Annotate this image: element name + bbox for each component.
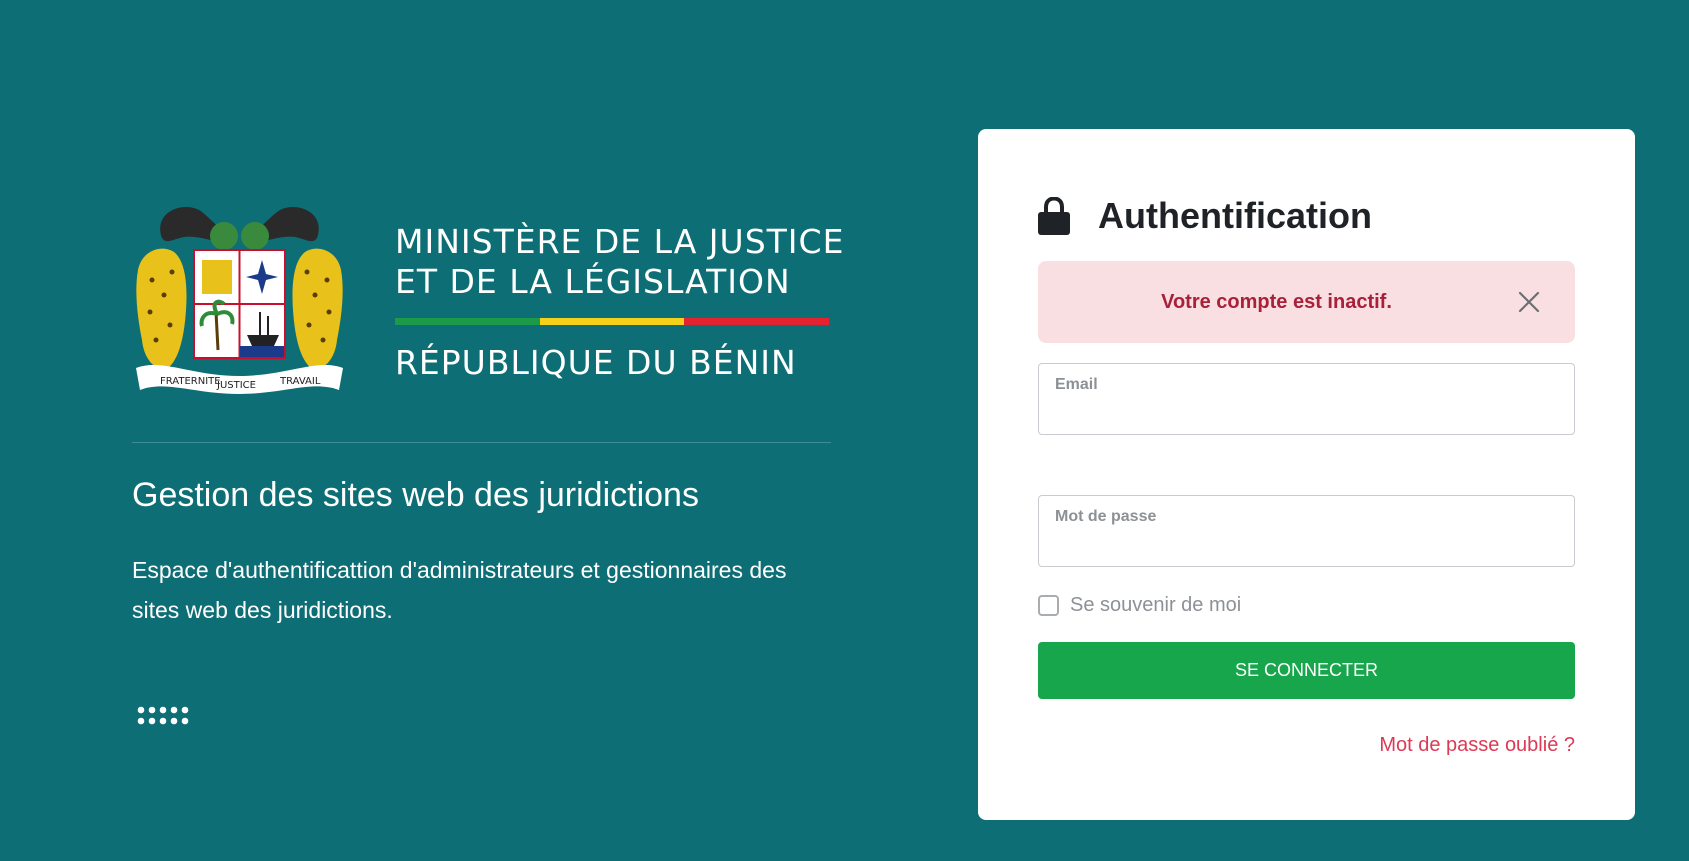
forgot-password-link[interactable]: Mot de passe oublié ? xyxy=(1379,734,1575,757)
motto-fraternite: FRATERNITE xyxy=(160,376,221,387)
remember-label[interactable]: Se souvenir de moi xyxy=(1070,594,1241,617)
error-alert: Votre compte est inactif. xyxy=(1038,261,1575,343)
app-description: Espace d'authentificattion d'administrat… xyxy=(132,557,787,623)
flag-stripe-red xyxy=(684,318,830,325)
ministry-line-1: MINISTÈRE DE LA JUSTICE xyxy=(395,222,845,261)
lock-icon xyxy=(1038,197,1070,235)
divider xyxy=(132,442,831,443)
password-label: Mot de passe xyxy=(1055,508,1157,525)
ministry-logo: FRATERNITE JUSTICE TRAVAIL MINISTÈRE DE … xyxy=(132,200,845,400)
flag-stripe-yellow xyxy=(539,318,685,325)
flag-stripe-green xyxy=(395,318,540,325)
password-input[interactable] xyxy=(1054,532,1559,560)
branding-panel: FRATERNITE JUSTICE TRAVAIL MINISTÈRE DE … xyxy=(132,0,845,861)
login-card: Authentification Votre compte est inacti… xyxy=(978,129,1635,820)
motto-justice: JUSTICE xyxy=(216,380,256,391)
alert-message: Votre compte est inactif. xyxy=(1161,290,1392,313)
email-label: Email xyxy=(1055,376,1098,393)
password-field[interactable]: Mot de passe xyxy=(1038,495,1575,567)
email-field[interactable]: Email xyxy=(1038,363,1575,435)
login-title: Authentification xyxy=(1098,195,1372,236)
close-icon[interactable] xyxy=(1517,290,1541,314)
flag-stripe xyxy=(395,318,830,325)
remember-me[interactable]: Se souvenir de moi xyxy=(1038,592,1241,618)
dots-decoration-icon xyxy=(137,706,189,725)
remember-checkbox[interactable] xyxy=(1038,594,1059,616)
email-input[interactable] xyxy=(1054,400,1559,428)
app-title: Gestion des sites web des juridictions xyxy=(132,476,699,514)
ministry-name-block: MINISTÈRE DE LA JUSTICE ET DE LA LÉGISLA… xyxy=(395,222,845,383)
login-header: Authentification xyxy=(1038,191,1372,241)
coat-of-arms-icon: FRATERNITE JUSTICE TRAVAIL xyxy=(136,207,343,394)
ministry-line-2: ET DE LA LÉGISLATION xyxy=(395,262,791,301)
motto-travail: TRAVAIL xyxy=(279,376,321,387)
login-button[interactable]: SE CONNECTER xyxy=(1038,642,1575,699)
republic-name: RÉPUBLIQUE DU BÉNIN xyxy=(395,343,797,382)
